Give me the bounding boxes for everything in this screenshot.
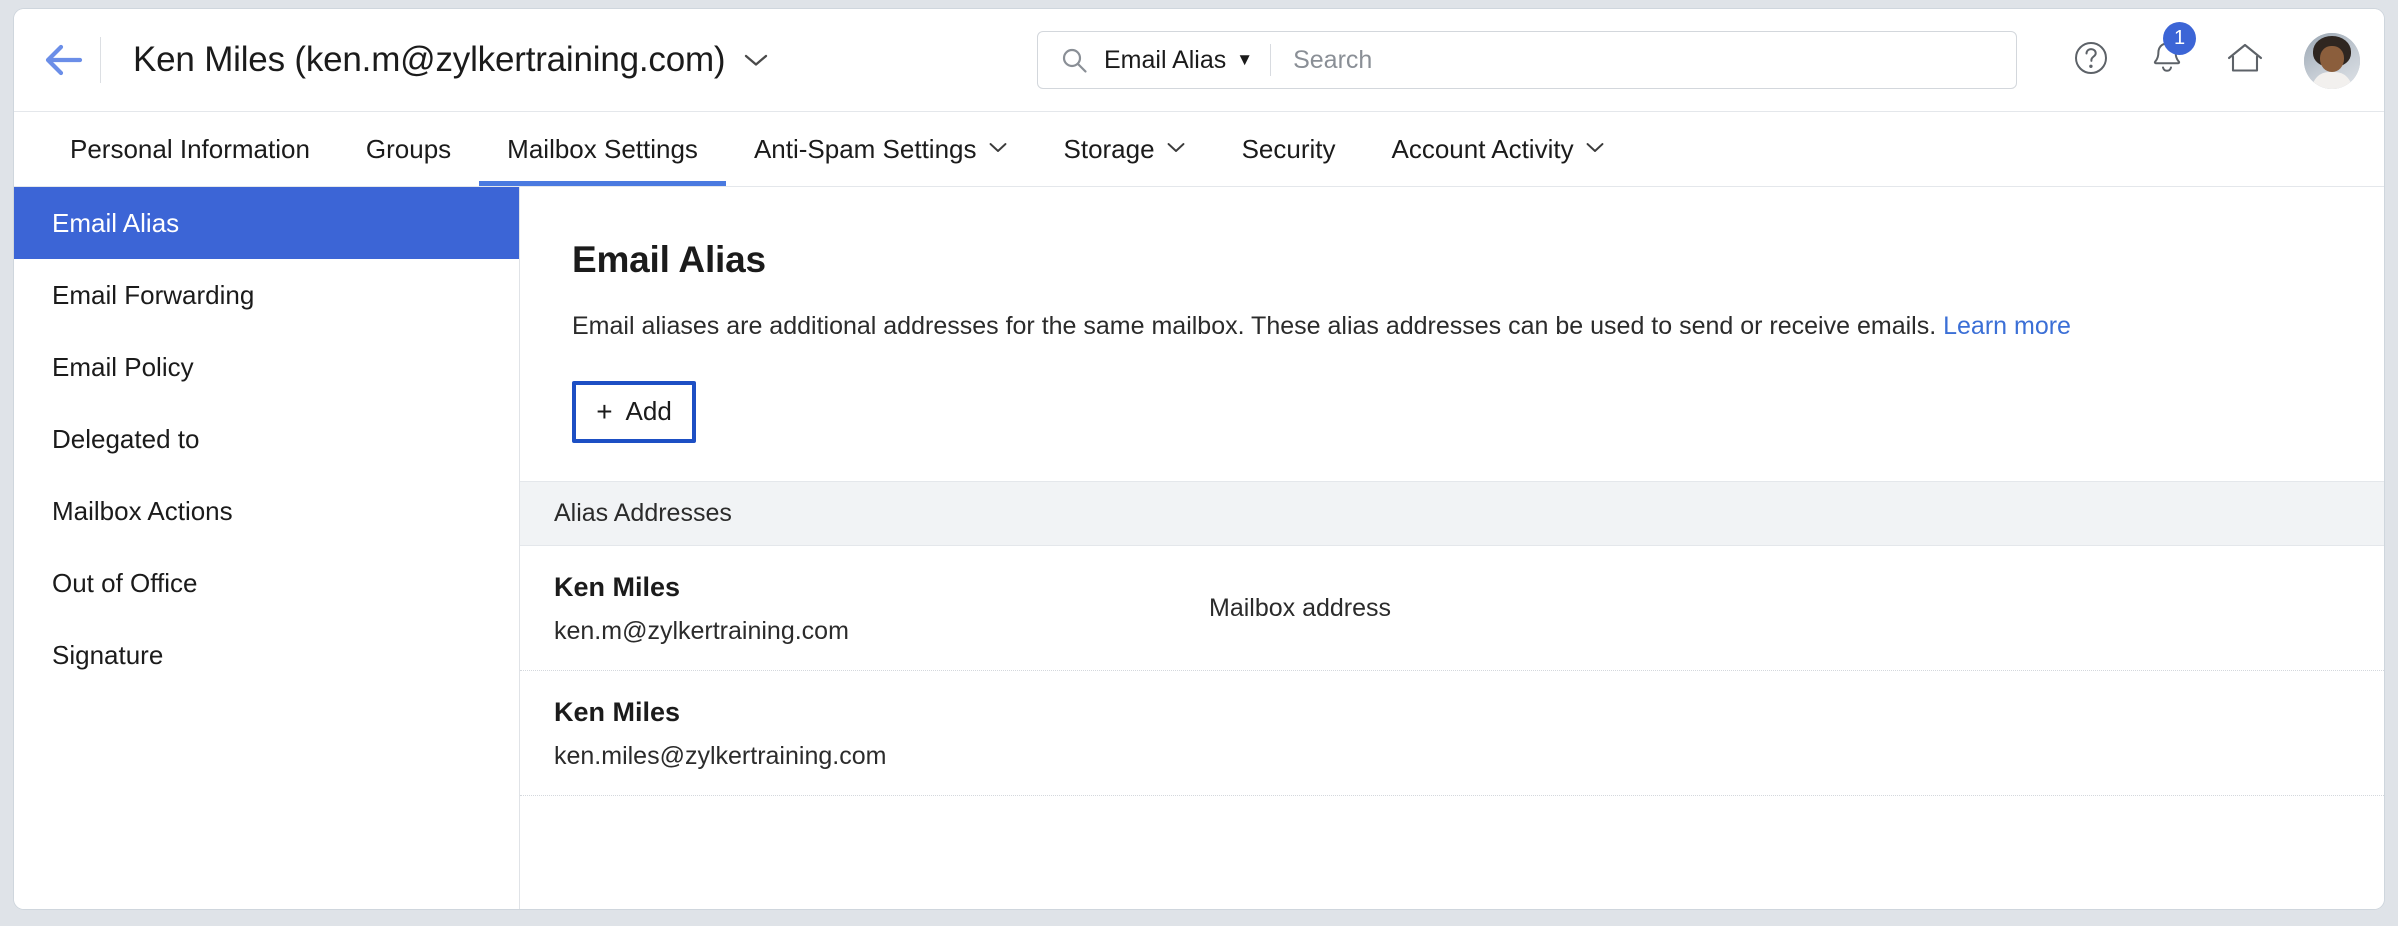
- tab-personal-information[interactable]: Personal Information: [42, 112, 338, 186]
- help-circle-icon: [2072, 39, 2110, 82]
- search-bar[interactable]: Email Alias ▼: [1037, 31, 2017, 89]
- sidebar-item-label: Out of Office: [52, 567, 198, 598]
- alias-tag: Mailbox address: [1209, 594, 1392, 622]
- alias-name: Ken Miles: [554, 696, 681, 727]
- search-scope-dropdown[interactable]: Email Alias ▼: [1104, 46, 1253, 75]
- avatar-face: [2320, 45, 2344, 72]
- tab-label: Storage: [1063, 133, 1155, 164]
- tab-groups[interactable]: Groups: [338, 112, 479, 186]
- chevron-down-icon: [1585, 139, 1605, 159]
- table-row[interactable]: Ken Miles ken.m@zylkertraining.com Mailb…: [520, 546, 2384, 671]
- avatar[interactable]: [2304, 32, 2360, 89]
- top-bar: Ken Miles (ken.m@zylkertraining.com) Ema…: [14, 9, 2384, 112]
- search-input[interactable]: [1293, 32, 2016, 88]
- tab-label: Personal Information: [70, 133, 310, 164]
- table-row[interactable]: Ken Miles ken.miles@zylkertraining.com: [520, 671, 2384, 796]
- sidebar-item-label: Email Forwarding: [52, 279, 255, 310]
- table-header: Alias Addresses: [520, 480, 2384, 546]
- notification-badge: 1: [2163, 22, 2196, 55]
- tab-label: Mailbox Settings: [507, 133, 698, 164]
- sidebar-item-email-alias[interactable]: Email Alias: [14, 187, 519, 259]
- app-window: Ken Miles (ken.m@zylkertraining.com) Ema…: [14, 9, 2384, 909]
- tab-label: Account Activity: [1391, 133, 1574, 164]
- search-icon: [1060, 46, 1088, 74]
- alias-email: ken.miles@zylkertraining.com: [554, 741, 887, 770]
- back-arrow-icon: [42, 42, 86, 78]
- description-text: Email aliases are additional addresses f…: [572, 312, 1937, 340]
- sidebar-item-out-of-office[interactable]: Out of Office: [14, 547, 519, 619]
- primary-tab-bar: Personal Information Groups Mailbox Sett…: [14, 112, 2384, 187]
- caret-down-icon: ▼: [1236, 50, 1254, 69]
- table-header-label: Alias Addresses: [554, 498, 732, 527]
- tab-label: Security: [1241, 133, 1336, 164]
- page-description: Email aliases are additional addresses f…: [572, 310, 2384, 343]
- header-divider: [100, 37, 101, 83]
- tab-security[interactable]: Security: [1214, 112, 1364, 186]
- help-button[interactable]: [2072, 39, 2110, 82]
- add-button[interactable]: + Add: [572, 380, 696, 443]
- tab-storage[interactable]: Storage: [1036, 112, 1214, 186]
- tab-anti-spam-settings[interactable]: Anti-Spam Settings: [726, 112, 1036, 186]
- top-bar-actions: 1: [2072, 9, 2360, 112]
- search-divider: [1270, 44, 1272, 76]
- chevron-down-icon: [988, 139, 1008, 159]
- sidebar-item-label: Email Alias: [52, 207, 180, 238]
- alias-main-cell: Ken Miles ken.miles@zylkertraining.com: [554, 697, 1209, 771]
- home-icon: [2224, 39, 2266, 82]
- body: Email Alias Email Forwarding Email Polic…: [14, 187, 2384, 909]
- sidebar-item-label: Mailbox Actions: [52, 495, 233, 526]
- tab-account-activity[interactable]: Account Activity: [1364, 112, 1633, 186]
- sidebar-item-email-forwarding[interactable]: Email Forwarding: [14, 259, 519, 331]
- account-selector[interactable]: Ken Miles (ken.m@zylkertraining.com): [133, 40, 769, 80]
- sidebar-item-email-policy[interactable]: Email Policy: [14, 331, 519, 403]
- sidebar-item-mailbox-actions[interactable]: Mailbox Actions: [14, 475, 519, 547]
- sidebar-item-signature[interactable]: Signature: [14, 619, 519, 691]
- tab-label: Groups: [365, 133, 452, 164]
- search-scope-label: Email Alias: [1104, 45, 1227, 74]
- learn-more-link[interactable]: Learn more: [1943, 312, 2071, 340]
- sidebar-item-label: Email Policy: [52, 351, 194, 382]
- secondary-sidebar: Email Alias Email Forwarding Email Polic…: [14, 187, 520, 909]
- notifications-button[interactable]: 1: [2148, 22, 2196, 83]
- add-button-label: Add: [625, 396, 672, 426]
- page-title: Email Alias: [572, 239, 766, 280]
- chevron-down-icon: [743, 49, 769, 72]
- alias-email: ken.m@zylkertraining.com: [554, 616, 849, 645]
- alias-name: Ken Miles: [554, 571, 681, 602]
- sidebar-item-delegated-to[interactable]: Delegated to: [14, 403, 519, 475]
- back-button[interactable]: [28, 24, 100, 96]
- sidebar-item-label: Delegated to: [52, 423, 200, 454]
- page-title-account: Ken Miles (ken.m@zylkertraining.com): [133, 40, 726, 79]
- home-button[interactable]: [2224, 39, 2266, 82]
- plus-icon: +: [596, 395, 613, 427]
- main-content: Email Alias Email aliases are additional…: [520, 187, 2384, 909]
- tab-mailbox-settings[interactable]: Mailbox Settings: [479, 112, 726, 186]
- alias-main-cell: Ken Miles ken.m@zylkertraining.com: [554, 572, 1209, 646]
- chevron-down-icon: [1166, 139, 1186, 159]
- sidebar-item-label: Signature: [52, 639, 164, 670]
- tab-label: Anti-Spam Settings: [753, 133, 977, 164]
